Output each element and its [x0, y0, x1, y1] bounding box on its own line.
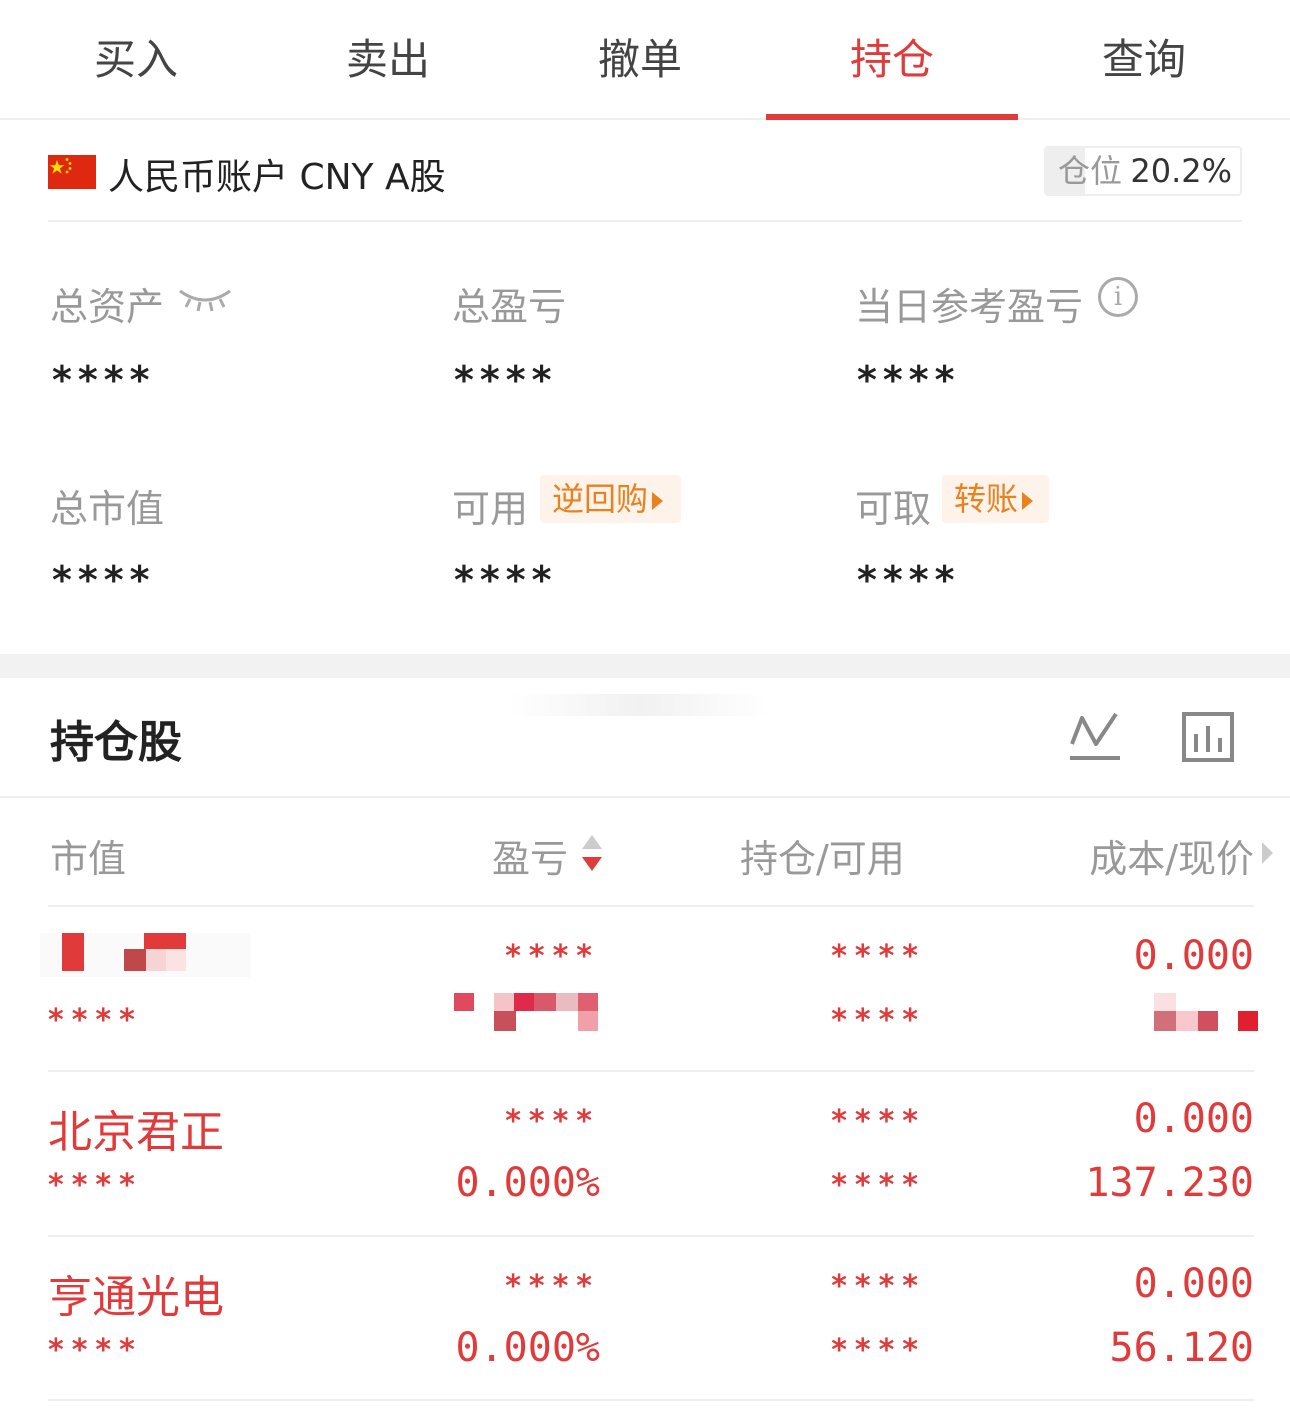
tab-positions[interactable]: 持仓 — [766, 0, 1018, 120]
eye-closed-icon[interactable] — [176, 283, 234, 313]
pnl-pct-cell: 0.000% — [455, 1325, 601, 1371]
cn-flag-icon — [48, 155, 96, 189]
column-position: 持仓/可用 — [740, 837, 905, 881]
total-pnl-value: **** — [454, 358, 558, 402]
withdrawable-value: **** — [857, 558, 961, 602]
line-chart-icon[interactable] — [1068, 710, 1122, 764]
table-row[interactable]: **** **** **** **** 0.000 — [40, 905, 1258, 1070]
tab-cancel[interactable]: 撤单 — [514, 0, 766, 118]
market-value-cell: **** — [48, 1003, 143, 1038]
pnl-pct-cell: 0.000% — [455, 1160, 601, 1206]
position-ratio-badge: 仓位 20.2% — [1044, 146, 1242, 196]
position-value: 20.2% — [1130, 152, 1232, 190]
table-row[interactable]: 北京君正 **** **** 0.000% **** **** 0.000 13… — [48, 1070, 1254, 1235]
column-pnl[interactable]: 盈亏 — [492, 828, 568, 883]
position-label: 仓位 — [1058, 152, 1123, 190]
cost-cell: 0.000 — [1133, 1261, 1254, 1307]
section-divider — [0, 654, 1290, 678]
cost-cell: 0.000 — [1133, 1096, 1254, 1142]
available-cell: **** — [831, 1333, 926, 1368]
available-cell: **** — [831, 1003, 926, 1038]
daily-pnl-label: 当日参考盈亏 — [855, 285, 1084, 329]
transfer-button[interactable]: 转账 — [942, 475, 1049, 523]
price-cell: 137.230 — [1085, 1160, 1254, 1206]
bar-chart-icon[interactable] — [1182, 712, 1234, 762]
available-value: **** — [454, 558, 558, 602]
chevron-right-icon — [1022, 492, 1034, 510]
trade-tabs: 买入 卖出 撤单 持仓 查询 — [0, 0, 1290, 120]
account-row[interactable]: 人民币账户 CNY A股 仓位 20.2% — [48, 140, 1242, 222]
tab-sell[interactable]: 卖出 — [262, 0, 514, 118]
chevron-right-icon[interactable] — [1262, 842, 1273, 864]
daily-pnl-value: **** — [857, 358, 961, 402]
tab-buy[interactable]: 买入 — [10, 0, 262, 118]
market-value-cell: **** — [48, 1333, 143, 1368]
pnl-cell: **** — [505, 939, 600, 974]
position-cell: **** — [831, 1104, 926, 1139]
position-cell: **** — [831, 1269, 926, 1304]
price-cell: 56.120 — [1109, 1325, 1255, 1371]
info-icon[interactable]: i — [1098, 277, 1138, 317]
total-pnl-label: 总盈亏 — [452, 285, 567, 329]
reverse-repo-button[interactable]: 逆回购 — [540, 475, 681, 523]
column-cost: 成本/现价 — [1089, 837, 1254, 881]
market-value-value: **** — [52, 558, 156, 602]
market-value-label: 总市值 — [50, 487, 165, 531]
total-assets-value: **** — [52, 358, 156, 402]
reverse-repo-label: 逆回购 — [552, 480, 649, 518]
sort-icon[interactable] — [580, 833, 604, 873]
holdings-title: 持仓股 — [50, 717, 182, 768]
table-row[interactable]: 亨通光电 **** **** 0.000% **** **** 0.000 56… — [48, 1235, 1254, 1401]
chevron-right-icon — [652, 492, 664, 510]
cost-cell: 0.000 — [1133, 933, 1254, 979]
market-value-cell: **** — [48, 1168, 143, 1203]
account-name: 人民币账户 CNY A股 — [108, 157, 446, 198]
total-assets-label: 总资产 — [50, 285, 165, 329]
pnl-cell: **** — [505, 1104, 600, 1139]
stock-name: 亨通光电 — [48, 1272, 224, 1323]
pnl-cell: **** — [505, 1269, 600, 1304]
available-label: 可用 — [452, 487, 529, 531]
position-cell: **** — [831, 939, 926, 974]
column-market-value: 市值 — [50, 837, 127, 881]
stock-name: 北京君正 — [48, 1107, 224, 1158]
tab-query[interactable]: 查询 — [1018, 0, 1270, 118]
withdrawable-label: 可取 — [855, 487, 932, 531]
header-divider — [0, 796, 1290, 798]
blurred-region — [510, 694, 770, 716]
transfer-label: 转账 — [954, 480, 1019, 518]
available-cell: **** — [831, 1168, 926, 1203]
